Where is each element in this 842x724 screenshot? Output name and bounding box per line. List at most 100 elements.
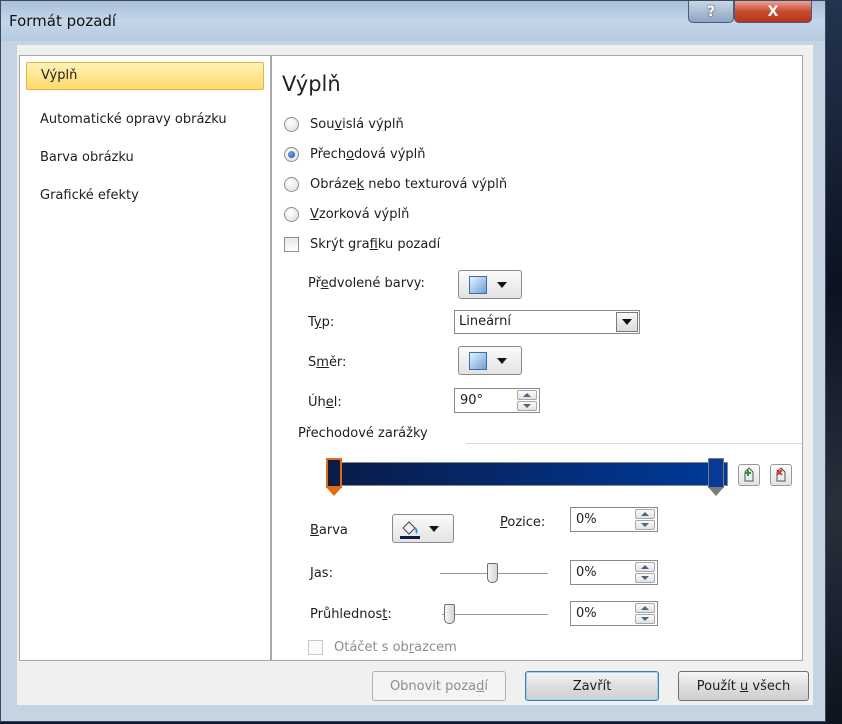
stop-color-dropdown[interactable] bbox=[392, 514, 454, 543]
gradient-swatch-icon bbox=[469, 275, 487, 294]
arrow-up-icon bbox=[641, 606, 649, 610]
arrow-down-icon bbox=[641, 576, 649, 580]
radio-pattern-fill[interactable]: Vzorková výplň bbox=[284, 203, 409, 225]
checkbox-label: Skrýt grafiku pozadí bbox=[310, 236, 441, 252]
gradient-direction-icon bbox=[469, 351, 487, 370]
checkbox-indicator[interactable] bbox=[284, 236, 299, 252]
preset-colors-label: Předvolené barvy: bbox=[308, 276, 425, 291]
checkbox-label: Otáčet s obrazcem bbox=[334, 639, 457, 655]
radio-label: Přechodová výplň bbox=[310, 146, 426, 162]
dialog-title: Formát pozadí bbox=[9, 12, 117, 30]
checkbox-rotate-with-shape[interactable]: Otáčet s obrazcem bbox=[308, 636, 457, 658]
nav-item-label: Grafické efekty bbox=[40, 188, 139, 203]
chevron-down-icon bbox=[429, 525, 439, 532]
checkbox-hide-background-graphics[interactable]: Skrýt grafiku pozadí bbox=[284, 233, 440, 255]
radio-label: Obrázek nebo texturová výplň bbox=[310, 176, 508, 192]
arrow-up-icon bbox=[523, 393, 531, 397]
color-label: Barva bbox=[310, 523, 348, 538]
radio-indicator[interactable] bbox=[284, 176, 299, 192]
nav-item-picture-corrections[interactable]: Automatické opravy obrázku bbox=[26, 107, 264, 135]
angle-spinner[interactable]: 90° bbox=[454, 388, 540, 413]
nav-item-label: Barva obrázku bbox=[40, 150, 134, 165]
transparency-slider-track[interactable] bbox=[442, 614, 548, 615]
arrow-up-icon bbox=[641, 565, 649, 569]
button-label: Obnovit pozadí bbox=[389, 678, 489, 694]
spin-up-button[interactable] bbox=[635, 509, 655, 519]
dialog-client: Výplň Automatické opravy obrázku Barva o… bbox=[17, 45, 813, 705]
preset-colors-dropdown[interactable] bbox=[458, 270, 522, 299]
radio-indicator[interactable] bbox=[284, 146, 299, 162]
nav-item-fill[interactable]: Výplň bbox=[26, 62, 264, 90]
add-gradient-stop-button[interactable] bbox=[738, 464, 760, 486]
position-value: 0% bbox=[576, 512, 597, 527]
gradient-stop-1[interactable] bbox=[326, 458, 342, 496]
radio-gradient-fill[interactable]: Přechodová výplň bbox=[284, 143, 426, 165]
brightness-label: Jas: bbox=[310, 566, 333, 581]
add-stop-icon bbox=[744, 467, 754, 482]
gradient-stops-bar[interactable] bbox=[328, 462, 728, 486]
fill-settings-pane: Výplň Souvislá výplň Přechodová výplň Ob… bbox=[271, 55, 803, 661]
radio-solid-fill[interactable]: Souvislá výplň bbox=[284, 113, 404, 135]
spin-up-button[interactable] bbox=[517, 390, 537, 400]
nav-item-picture-color[interactable]: Barva obrázku bbox=[26, 145, 264, 173]
brightness-slider-thumb[interactable] bbox=[487, 563, 498, 583]
position-label: Pozice: bbox=[500, 515, 546, 530]
angle-value: 90° bbox=[460, 393, 484, 408]
arrow-down-icon bbox=[641, 523, 649, 527]
arrow-down-icon bbox=[641, 617, 649, 621]
nav-item-artistic-effects[interactable]: Grafické efekty bbox=[26, 183, 264, 211]
close-window-button[interactable]: X bbox=[734, 1, 812, 23]
nav-item-label: Automatické opravy obrázku bbox=[40, 112, 227, 127]
transparency-label: Průhlednost: bbox=[310, 607, 392, 622]
remove-gradient-stop-button[interactable] bbox=[770, 464, 792, 486]
arrow-up-icon bbox=[641, 512, 649, 516]
position-spinner[interactable]: 0% bbox=[570, 507, 658, 532]
spin-up-button[interactable] bbox=[635, 603, 655, 613]
chevron-down-icon bbox=[497, 281, 507, 288]
apply-to-all-button[interactable]: Použít u všech bbox=[678, 671, 809, 701]
title-bar[interactable]: Formát pozadí ? X bbox=[1, 1, 825, 41]
reset-background-button[interactable]: Obnovit pozadí bbox=[372, 671, 506, 701]
help-icon: ? bbox=[706, 3, 716, 20]
spin-down-button[interactable] bbox=[635, 520, 655, 530]
gradient-stops-group-label: Přechodové zarážky bbox=[298, 426, 428, 441]
close-button[interactable]: Zavřít bbox=[525, 671, 659, 701]
select-dropdown-button[interactable] bbox=[616, 312, 638, 332]
spin-down-button[interactable] bbox=[635, 573, 655, 583]
radio-indicator[interactable] bbox=[284, 116, 299, 132]
brightness-spinner[interactable]: 0% bbox=[570, 560, 658, 585]
transparency-slider-thumb[interactable] bbox=[444, 604, 455, 624]
button-label: Zavřít bbox=[572, 678, 612, 694]
radio-label: Souvislá výplň bbox=[310, 116, 404, 132]
paint-bucket-icon bbox=[400, 520, 420, 539]
radio-indicator[interactable] bbox=[284, 206, 299, 222]
radio-picture-texture-fill[interactable]: Obrázek nebo texturová výplň bbox=[284, 173, 507, 195]
direction-label: Směr: bbox=[308, 355, 347, 370]
spin-down-button[interactable] bbox=[517, 401, 537, 411]
close-icon: X bbox=[767, 3, 779, 20]
chevron-down-icon bbox=[622, 319, 632, 325]
gradient-type-value: Lineární bbox=[459, 314, 512, 329]
gradient-stop-2[interactable] bbox=[708, 458, 724, 496]
section-heading: Výplň bbox=[282, 72, 341, 96]
remove-stop-icon bbox=[776, 467, 786, 482]
transparency-spinner[interactable]: 0% bbox=[570, 601, 658, 626]
chevron-down-icon bbox=[497, 357, 507, 364]
radio-label: Vzorková výplň bbox=[310, 206, 410, 222]
nav-item-label: Výplň bbox=[41, 68, 78, 83]
background-app-edge bbox=[826, 0, 842, 724]
spin-up-button[interactable] bbox=[635, 562, 655, 572]
transparency-value: 0% bbox=[576, 606, 597, 621]
angle-label: Úhel: bbox=[308, 395, 342, 410]
category-list: Výplň Automatické opravy obrázku Barva o… bbox=[19, 55, 271, 661]
direction-dropdown[interactable] bbox=[458, 346, 522, 375]
group-separator bbox=[466, 443, 802, 444]
help-button[interactable]: ? bbox=[688, 1, 734, 23]
format-background-dialog: Formát pozadí ? X Výplň Automatické opra… bbox=[0, 0, 826, 722]
brightness-value: 0% bbox=[576, 565, 597, 580]
checkbox-indicator[interactable] bbox=[308, 639, 323, 655]
gradient-type-select[interactable]: Lineární bbox=[454, 310, 640, 334]
arrow-down-icon bbox=[523, 404, 531, 408]
button-label: Použít u všech bbox=[696, 678, 791, 694]
spin-down-button[interactable] bbox=[635, 614, 655, 624]
